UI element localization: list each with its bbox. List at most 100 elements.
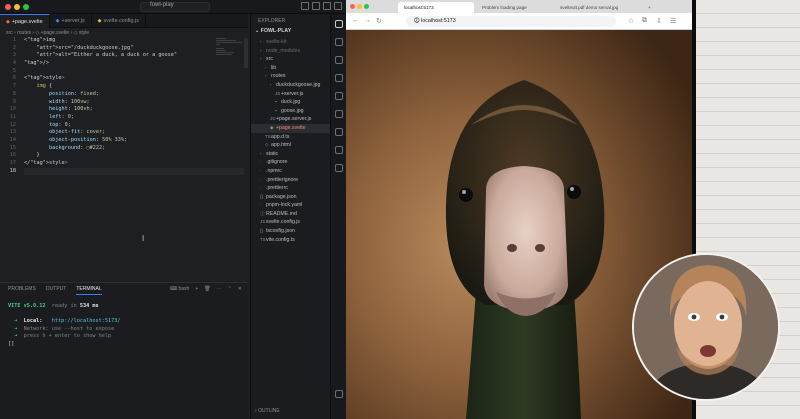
code-line[interactable]: </"tag">style> [24,160,244,168]
tab-output[interactable]: OUTPUT [46,286,67,295]
code-line[interactable]: object-position: 50% 33%; [24,137,244,145]
new-terminal-icon[interactable]: + [195,286,198,292]
tree-item[interactable]: ▪ goose.jpg [251,107,331,116]
toggle-panel-icon[interactable] [312,2,320,10]
menu-icon[interactable]: ☰ [670,17,676,25]
remote-explorer-icon[interactable] [334,128,343,136]
tree-item[interactable]: JS+page.server.js [251,115,331,124]
code-line[interactable]: height: 100vh; [24,106,244,114]
tree-item[interactable]: › src [251,55,331,64]
breadcrumb[interactable]: src › routes › ◇ +page.svelte › ◇ style [6,30,89,36]
tree-item[interactable]: › lib [251,64,331,73]
tree-item[interactable]: › static [251,150,331,159]
customize-layout-icon[interactable] [334,2,342,10]
tree-item[interactable]: › node_modules [251,47,331,56]
run-debug-icon[interactable] [334,74,343,82]
tree-item[interactable]: TSapp.d.ts [251,133,331,142]
code-line[interactable] [24,68,244,76]
code-line[interactable]: "attr">src="/duckduckgoose.jpg" [24,45,244,53]
search-icon[interactable] [334,38,343,46]
code-line[interactable]: "attr">alt="Either a duck, a duck or a g… [24,52,244,60]
tree-item[interactable]: · .npmrc [251,167,331,176]
tab-label: +page.svelte [11,19,43,25]
address-bar[interactable]: 🛈 localhost:5173 [406,16,616,27]
tree-item[interactable]: · .gitignore [251,158,331,167]
kill-terminal-icon[interactable]: 🗑 [204,286,210,292]
code-line[interactable]: background: ▢#222; [24,145,244,153]
local-url-link[interactable]: http://localhost:5173/ [52,318,121,324]
terminal-shell-selector[interactable]: ⌨ bash [170,286,189,292]
tree-item[interactable]: ▪ duck.jpg [251,98,331,107]
code-area[interactable]: <"tag">img "attr">src="/duckduckgoose.jp… [24,37,244,176]
close-panel-icon[interactable]: ✕ [238,286,242,292]
terminal-output[interactable]: VITE v5.0.12 ready in 534 ms ➜ Local: ht… [8,303,120,348]
project-name[interactable]: ⌄ FOWL-PLAY [255,28,291,34]
tree-item[interactable]: ◆ +page.svelte [251,123,331,133]
tree-item[interactable]: · .prettierignore [251,176,331,185]
tab-server-js[interactable]: ◆ +server.js [50,14,92,28]
code-line[interactable]: <"tag">img [24,37,244,45]
download-icon[interactable]: ⇩ [656,17,662,25]
tree-item[interactable]: ⓘ README.md [251,210,331,219]
source-control-icon[interactable] [334,56,343,64]
browser-close-button[interactable] [350,4,355,9]
tab-page-svelte[interactable]: ◆ +page.svelte [0,14,50,28]
tree-item[interactable]: TSvite.config.ts [251,236,331,245]
outline-section[interactable]: › OUTLINE [255,408,280,414]
code-line[interactable]: width: 100vw; [24,99,244,107]
outline-label: OUTLINE [258,408,280,414]
tree-item[interactable]: · .prettierrc [251,184,331,193]
tree-item[interactable]: JSsvelte.config.js [251,218,331,227]
settings-icon[interactable] [334,390,343,398]
tab-svelte-config[interactable]: ◆ svelte.config.js [92,14,146,28]
code-line[interactable]: <"tag">style> [24,75,244,83]
maximize-window-button[interactable] [23,4,29,10]
docker-icon[interactable] [334,146,343,154]
code-line[interactable]: left: 0; [24,114,244,122]
testing-icon[interactable] [334,110,343,118]
code-line[interactable] [24,167,244,176]
extensions-icon[interactable] [334,92,343,100]
code-line[interactable]: "tag">/> [24,60,244,68]
tree-item[interactable]: {} tsconfig.json [251,227,331,236]
tree-item[interactable]: ◇ app.html [251,141,331,150]
tab-problems[interactable]: PROBLEMS [8,286,36,295]
browser-maximize-button[interactable] [364,4,369,9]
new-tab-button[interactable]: + [642,2,654,13]
toggle-sidebar-icon[interactable] [301,2,309,10]
browser-tab-problem[interactable]: Problem loading page [476,2,552,13]
code-line[interactable]: } [24,152,244,160]
github-icon[interactable] [334,164,343,172]
page-info-icon[interactable]: 🛈 [414,18,421,24]
bookmark-icon[interactable]: ☆ [628,17,634,25]
forward-icon[interactable]: → [364,17,371,24]
back-icon[interactable]: ← [352,17,359,24]
minimap[interactable] [216,38,246,58]
code-editor[interactable]: 1 2 3 4 5 6 7 8 9 10 11 12 13 14 15 16 17 18 <"tag">img "… [0,37,248,280]
toggle-secondary-sidebar-icon[interactable] [323,2,331,10]
extensions-icon[interactable]: ⧉ [642,17,647,25]
tree-item[interactable]: › routes [251,72,331,81]
maximize-panel-icon[interactable]: ⌃ [228,286,232,292]
tree-item[interactable]: › duckduckgoose.jpg [251,81,331,90]
editor-scrollbar[interactable] [244,38,248,68]
browser-tab-localhost[interactable]: localhost:5173 [398,2,474,13]
tree-item[interactable]: · pnpm-lock.yaml [251,201,331,210]
browser-minimize-button[interactable] [357,4,362,9]
tree-item[interactable]: {} package.json [251,193,331,202]
browser-tab-pdf[interactable]: svelteoit.pdf demo serval.jpg [554,2,640,13]
tab-terminal[interactable]: TERMINAL [76,286,102,295]
code-line[interactable]: object-fit: cover; [24,129,244,137]
tree-item[interactable]: › svelte-kit [251,38,331,47]
code-line[interactable]: top: 0; [24,122,244,130]
line-number: 7 [12,83,16,90]
tab-label: svelteoit.pdf demo serval.jpg [560,5,619,10]
more-actions-icon[interactable]: ⋯ [217,286,222,292]
close-window-button[interactable] [5,4,11,10]
reload-icon[interactable]: ↻ [376,17,382,25]
code-line[interactable]: img { [24,83,244,91]
minimize-window-button[interactable] [14,4,20,10]
code-line[interactable]: position: fixed; [24,91,244,99]
tree-item[interactable]: JS+server.js [251,90,331,99]
explorer-icon[interactable] [334,20,343,28]
